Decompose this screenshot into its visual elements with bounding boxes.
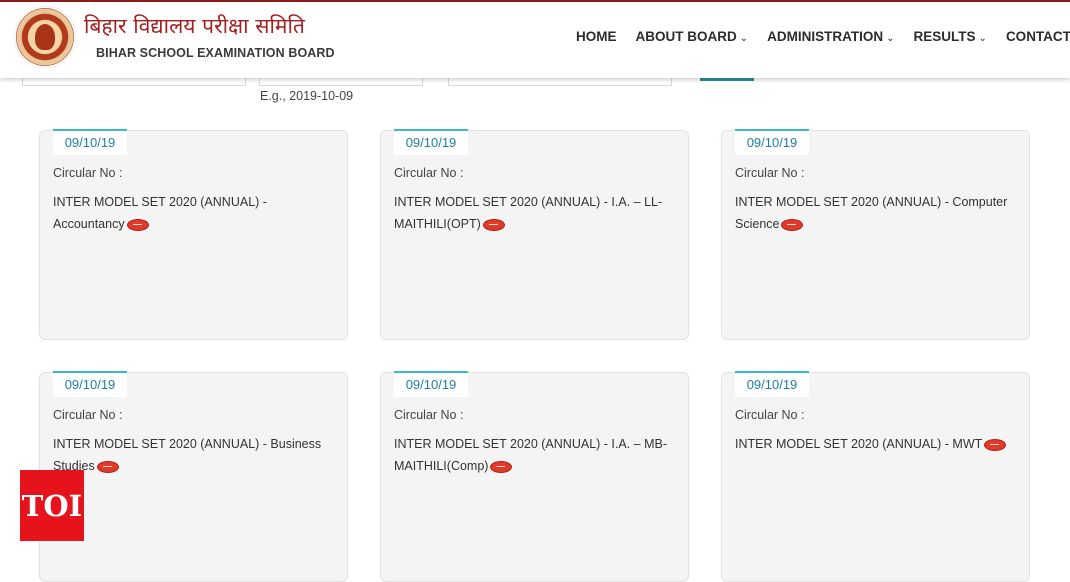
nav-results[interactable]: RESULTS ⌄ [914, 29, 987, 44]
circular-card[interactable]: 09/10/19 Circular No : INTER MODEL SET 2… [380, 371, 689, 582]
circular-date: 09/10/19 [735, 129, 809, 155]
circular-no-label: Circular No : [394, 408, 464, 422]
circular-card[interactable]: 09/10/19 Circular No : INTER MODEL SET 2… [39, 371, 348, 582]
chevron-down-icon: ⌄ [739, 33, 749, 44]
circular-title-link[interactable]: INTER MODEL SET 2020 (ANNUAL) - Computer… [735, 191, 1015, 235]
circular-no-label: Circular No : [53, 166, 123, 180]
brand-hindi-title[interactable]: बिहार विद्यालय परीक्षा समिति [84, 12, 305, 40]
circular-no-label: Circular No : [53, 408, 123, 422]
brand-english-title[interactable]: BIHAR SCHOOL EXAMINATION BOARD [96, 46, 335, 60]
circular-card[interactable]: 09/10/19 Circular No : INTER MODEL SET 2… [721, 371, 1030, 582]
circular-title-text: INTER MODEL SET 2020 (ANNUAL) - I.A. – M… [394, 437, 667, 473]
new-badge-icon [984, 438, 1007, 451]
circular-date: 09/10/19 [735, 371, 809, 397]
circular-card[interactable]: 09/10/19 Circular No : INTER MODEL SET 2… [39, 129, 348, 340]
circular-title-text: INTER MODEL SET 2020 (ANNUAL) - Computer… [735, 195, 1008, 231]
date-format-hint: E.g., 2019-10-09 [260, 89, 354, 103]
circular-title-text: INTER MODEL SET 2020 (ANNUAL) - Accounta… [53, 195, 267, 231]
nav-about-board-label: ABOUT BOARD [635, 29, 737, 44]
circular-no-label: Circular No : [735, 408, 805, 422]
circular-card[interactable]: 09/10/19 Circular No : INTER MODEL SET 2… [380, 129, 689, 340]
nav-home-label: HOME [576, 29, 617, 44]
circular-title-link[interactable]: INTER MODEL SET 2020 (ANNUAL) - Business… [53, 433, 333, 477]
emblem-figure [35, 24, 55, 50]
nav-results-label: RESULTS [913, 29, 976, 44]
circular-date: 09/10/19 [394, 129, 468, 155]
new-badge-icon [96, 460, 119, 473]
circular-title-text: INTER MODEL SET 2020 (ANNUAL) - I.A. – L… [394, 195, 663, 231]
new-badge-icon [126, 218, 149, 231]
new-badge-icon [490, 460, 513, 473]
circular-date: 09/10/19 [53, 129, 127, 155]
new-badge-icon [781, 218, 804, 231]
circular-title-text: INTER MODEL SET 2020 (ANNUAL) - Business… [53, 437, 322, 473]
circular-title-link[interactable]: INTER MODEL SET 2020 (ANNUAL) - I.A. – L… [394, 191, 674, 235]
chevron-down-icon: ⌄ [978, 33, 987, 44]
nav-about-board[interactable]: ABOUT BOARD ⌄ [636, 29, 749, 44]
search-button-underline[interactable] [700, 78, 754, 81]
nav-contact-us[interactable]: CONTACT US [1006, 29, 1070, 44]
new-badge-icon [482, 218, 505, 231]
main-nav: HOME ABOUT BOARD ⌄ ADMINISTRATION ⌄ RESULT… [576, 29, 1070, 44]
circular-date: 09/10/19 [394, 371, 468, 397]
circular-card[interactable]: 09/10/19 Circular No : INTER MODEL SET 2… [721, 129, 1030, 340]
board-emblem-icon[interactable] [14, 6, 76, 68]
circular-title-text: INTER MODEL SET 2020 (ANNUAL) - MWT [735, 437, 983, 451]
chevron-down-icon: ⌄ [886, 33, 895, 44]
nav-administration-label: ADMINISTRATION [767, 29, 884, 44]
nav-home[interactable]: HOME [576, 29, 617, 44]
toi-watermark-logo: TOI [20, 470, 84, 541]
site-header: बिहार विद्यालय परीक्षा समिति BIHAR SCHOO… [0, 0, 1070, 78]
circular-title-link[interactable]: INTER MODEL SET 2020 (ANNUAL) - MWT [735, 433, 1015, 455]
circular-title-link[interactable]: INTER MODEL SET 2020 (ANNUAL) - I.A. – M… [394, 433, 674, 477]
circular-date: 09/10/19 [53, 371, 127, 397]
circular-no-label: Circular No : [735, 166, 805, 180]
nav-administration[interactable]: ADMINISTRATION ⌄ [767, 29, 894, 44]
nav-contact-us-label: CONTACT US [1005, 29, 1070, 44]
circular-no-label: Circular No : [394, 166, 464, 180]
circular-title-link[interactable]: INTER MODEL SET 2020 (ANNUAL) - Accounta… [53, 191, 333, 235]
